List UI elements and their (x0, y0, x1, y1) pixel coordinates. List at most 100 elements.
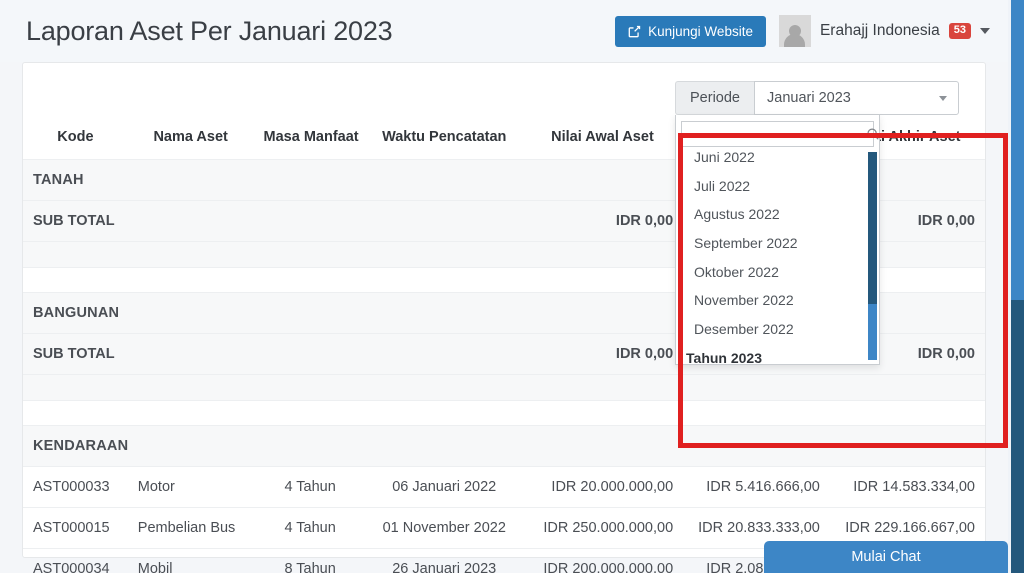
dropdown-option-list[interactable]: Juni 2022 Juli 2022 Agustus 2022 September … (676, 152, 879, 364)
spacer-cell (253, 374, 367, 401)
blank-cell (829, 400, 985, 426)
group-empty-cell (253, 292, 367, 334)
page-scrollbar[interactable] (1008, 0, 1024, 573)
table-spacer-row (23, 374, 985, 401)
blank-cell (253, 400, 367, 426)
asset-report-card: Periode Januari 2023 Juni 2022 Juli 2022… (22, 62, 1008, 573)
subtotal-initial-value: IDR 0,00 (521, 200, 684, 242)
column-header-kode: Kode (57, 129, 94, 145)
dropdown-option[interactable]: Juni 2022 (676, 152, 879, 172)
group-empty-cell (127, 425, 254, 467)
blank-cell (23, 400, 128, 426)
column-header-nama: Nama Aset (153, 129, 228, 145)
dropdown-option[interactable]: September 2022 (676, 229, 879, 258)
page-title: Laporan Aset Per Januari 2023 (26, 15, 393, 46)
dropdown-scrollbar-thumb[interactable] (868, 304, 878, 360)
asset-useful-life: 4 Tahun (253, 507, 367, 549)
dropdown-option[interactable]: Oktober 2022 (676, 258, 879, 287)
dropdown-option[interactable]: Desember 2022 (676, 315, 879, 344)
user-name: Erahajj Indonesia (819, 22, 940, 39)
content-area: Periode Januari 2023 Juni 2022 Juli 2022… (0, 62, 1008, 573)
dropdown-search-input[interactable] (689, 126, 867, 142)
page-scrollbar-thumb[interactable] (1011, 0, 1024, 300)
dropdown-scrollbar-track (868, 152, 878, 304)
browser-viewport: Laporan Aset Per Januari 2023 Kunjungi W… (0, 0, 1008, 573)
table-blank-row (23, 400, 985, 426)
blank-cell (253, 267, 367, 293)
dropdown-option[interactable]: Agustus 2022 (676, 200, 879, 229)
blank-cell (23, 267, 128, 293)
avatar (778, 15, 811, 47)
search-icon (866, 127, 880, 141)
spacer-cell (127, 374, 254, 401)
column-header-masa-manfaat: Masa Manfaat (263, 129, 359, 145)
blank-cell (127, 267, 254, 293)
subtotal-empty-cell (366, 200, 522, 242)
page-header: Laporan Aset Per Januari 2023 Kunjungi W… (0, 0, 1008, 62)
dropdown-option[interactable]: November 2022 (676, 286, 879, 315)
asset-record-date: 26 Januari 2023 (366, 548, 522, 573)
group-empty-cell (521, 159, 684, 201)
table-group-row: KENDARAAN (23, 425, 985, 467)
chevron-down-icon[interactable] (980, 28, 990, 34)
blank-cell (683, 400, 830, 426)
blank-cell (521, 267, 684, 293)
asset-useful-life: 8 Tahun (253, 548, 367, 573)
column-header-waktu-pencatatan: Waktu Pencatatan (382, 129, 507, 145)
asset-final-value: IDR 14.583.334,00 (829, 466, 985, 508)
asset-initial-value: IDR 20.000.000,00 (521, 466, 684, 508)
group-empty-cell (683, 425, 830, 467)
spacer-cell (521, 241, 684, 268)
spacer-cell (366, 374, 522, 401)
spacer-cell (23, 241, 128, 268)
column-header-nilai-awal: Nilai Awal Aset (551, 129, 654, 145)
header-actions: Kunjungi Website Erahajj Indonesia 53 (615, 15, 990, 47)
chevron-down-icon (939, 96, 947, 101)
spacer-cell (253, 241, 367, 268)
dropdown-search-wrap (676, 115, 879, 152)
subtotal-empty-cell (253, 333, 367, 375)
start-chat-button[interactable]: Mulai Chat (764, 541, 1008, 573)
subtotal-empty-cell (127, 333, 254, 375)
user-menu[interactable]: Erahajj Indonesia 53 (778, 15, 990, 47)
subtotal-empty-cell (253, 200, 367, 242)
dropdown-scrollbar[interactable] (868, 152, 878, 360)
visit-website-label: Kunjungi Website (648, 23, 753, 39)
subtotal-label: SUB TOTAL (23, 200, 128, 242)
period-filter-group: Periode Januari 2023 Juni 2022 Juli 2022… (675, 81, 959, 365)
asset-name: Motor (127, 466, 254, 508)
group-empty-cell (253, 159, 367, 201)
group-name: TANAH (23, 159, 128, 201)
external-link-icon (628, 25, 641, 38)
blank-cell (127, 400, 254, 426)
dropdown-search-box[interactable] (681, 121, 879, 147)
asset-useful-life: 4 Tahun (253, 466, 367, 508)
spacer-cell (683, 374, 830, 401)
asset-code-link: AST000034 (23, 548, 128, 573)
period-select[interactable]: Januari 2023 (754, 81, 959, 115)
table-row[interactable]: AST000033 Motor 4 Tahun 06 Januari 2022 IDR … (23, 466, 985, 508)
dropdown-option[interactable]: Juli 2022 (676, 172, 879, 201)
group-empty-cell (366, 292, 522, 334)
spacer-cell (521, 374, 684, 401)
group-name: BANGUNAN (23, 292, 128, 334)
asset-name: Pembelian Bus (127, 507, 254, 549)
group-empty-cell (521, 425, 684, 467)
avatar-body-icon (784, 34, 806, 47)
asset-record-date: 06 Januari 2022 (366, 466, 522, 508)
group-empty-cell (127, 159, 254, 201)
group-empty-cell (521, 292, 684, 334)
group-empty-cell (253, 425, 367, 467)
group-empty-cell (829, 425, 985, 467)
asset-initial-value: IDR 200.000.000,00 (521, 548, 684, 573)
group-empty-cell (127, 292, 254, 334)
group-name: KENDARAAN (23, 425, 128, 467)
asset-record-date: 01 November 2022 (366, 507, 522, 549)
visit-website-button[interactable]: Kunjungi Website (615, 15, 766, 47)
notification-badge[interactable]: 53 (948, 23, 971, 39)
page-scrollbar-track (1011, 300, 1024, 573)
asset-code-link: AST000015 (23, 507, 128, 549)
subtotal-initial-value: IDR 0,00 (521, 333, 684, 375)
subtotal-empty-cell (366, 333, 522, 375)
spacer-cell (23, 374, 128, 401)
